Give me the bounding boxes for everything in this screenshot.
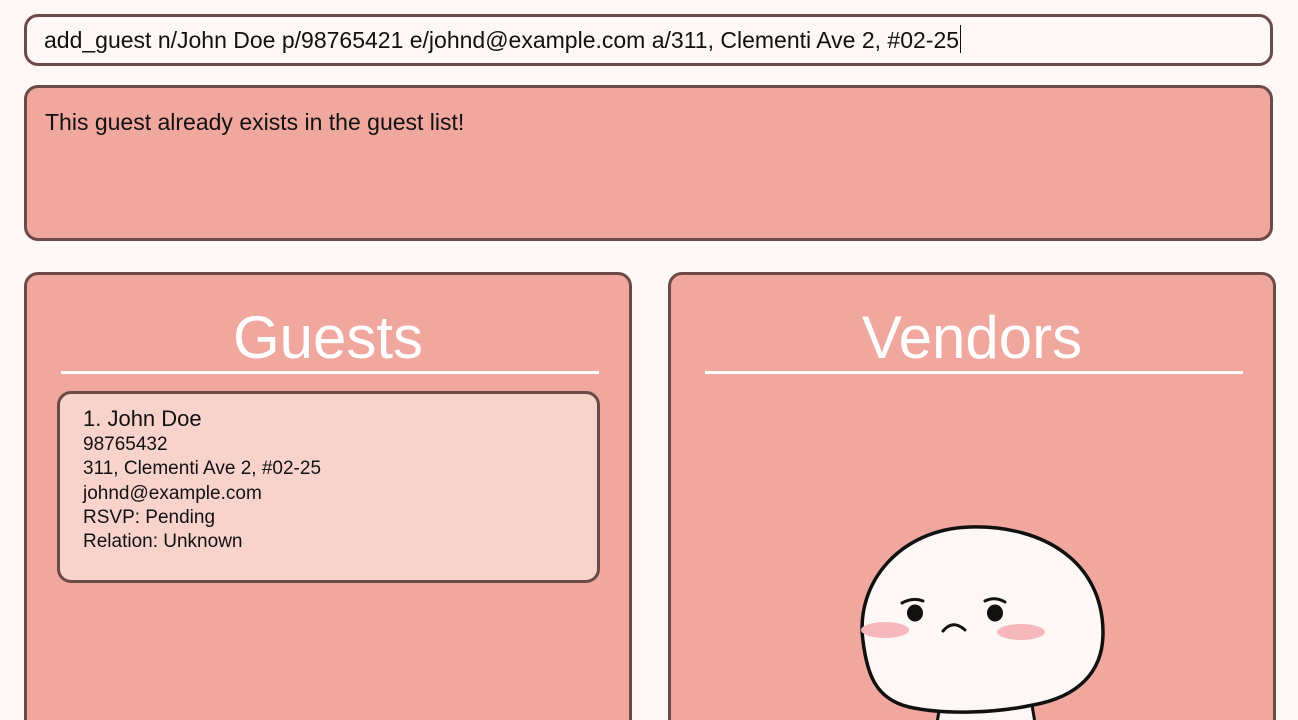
result-message: This guest already exists in the guest l… (45, 109, 465, 135)
result-display: This guest already exists in the guest l… (24, 85, 1273, 241)
guest-address: 311, Clementi Ave 2, #02-25 (83, 458, 322, 480)
guest-rsvp: RSVP: Pending (83, 506, 216, 528)
guests-title: Guests (232, 304, 424, 371)
guests-panel: Guests 1. John Doe 98765432 311, Clement… (24, 272, 632, 720)
guest-email: johnd@example.com (83, 482, 262, 504)
text-caret (960, 25, 962, 53)
guest-name: 1. John Doe (83, 406, 202, 431)
vendors-title: Vendors (861, 304, 1083, 371)
command-box[interactable]: add_guest n/John Doe p/98765421 e/johnd@… (24, 14, 1273, 66)
guests-title-divider (61, 371, 599, 374)
vendors-title-divider (705, 371, 1243, 374)
command-input[interactable]: add_guest n/John Doe p/98765421 e/johnd@… (44, 27, 959, 54)
guest-phone: 98765432 (83, 434, 168, 455)
app-window: add_guest n/John Doe p/98765421 e/johnd@… (0, 0, 1298, 720)
guest-card[interactable]: 1. John Doe 98765432 311, Clementi Ave 2… (57, 391, 600, 583)
vendors-panel: Vendors (668, 272, 1276, 720)
guest-relation: Relation: Unknown (83, 531, 243, 553)
sad-mascot-icon (860, 525, 1105, 720)
